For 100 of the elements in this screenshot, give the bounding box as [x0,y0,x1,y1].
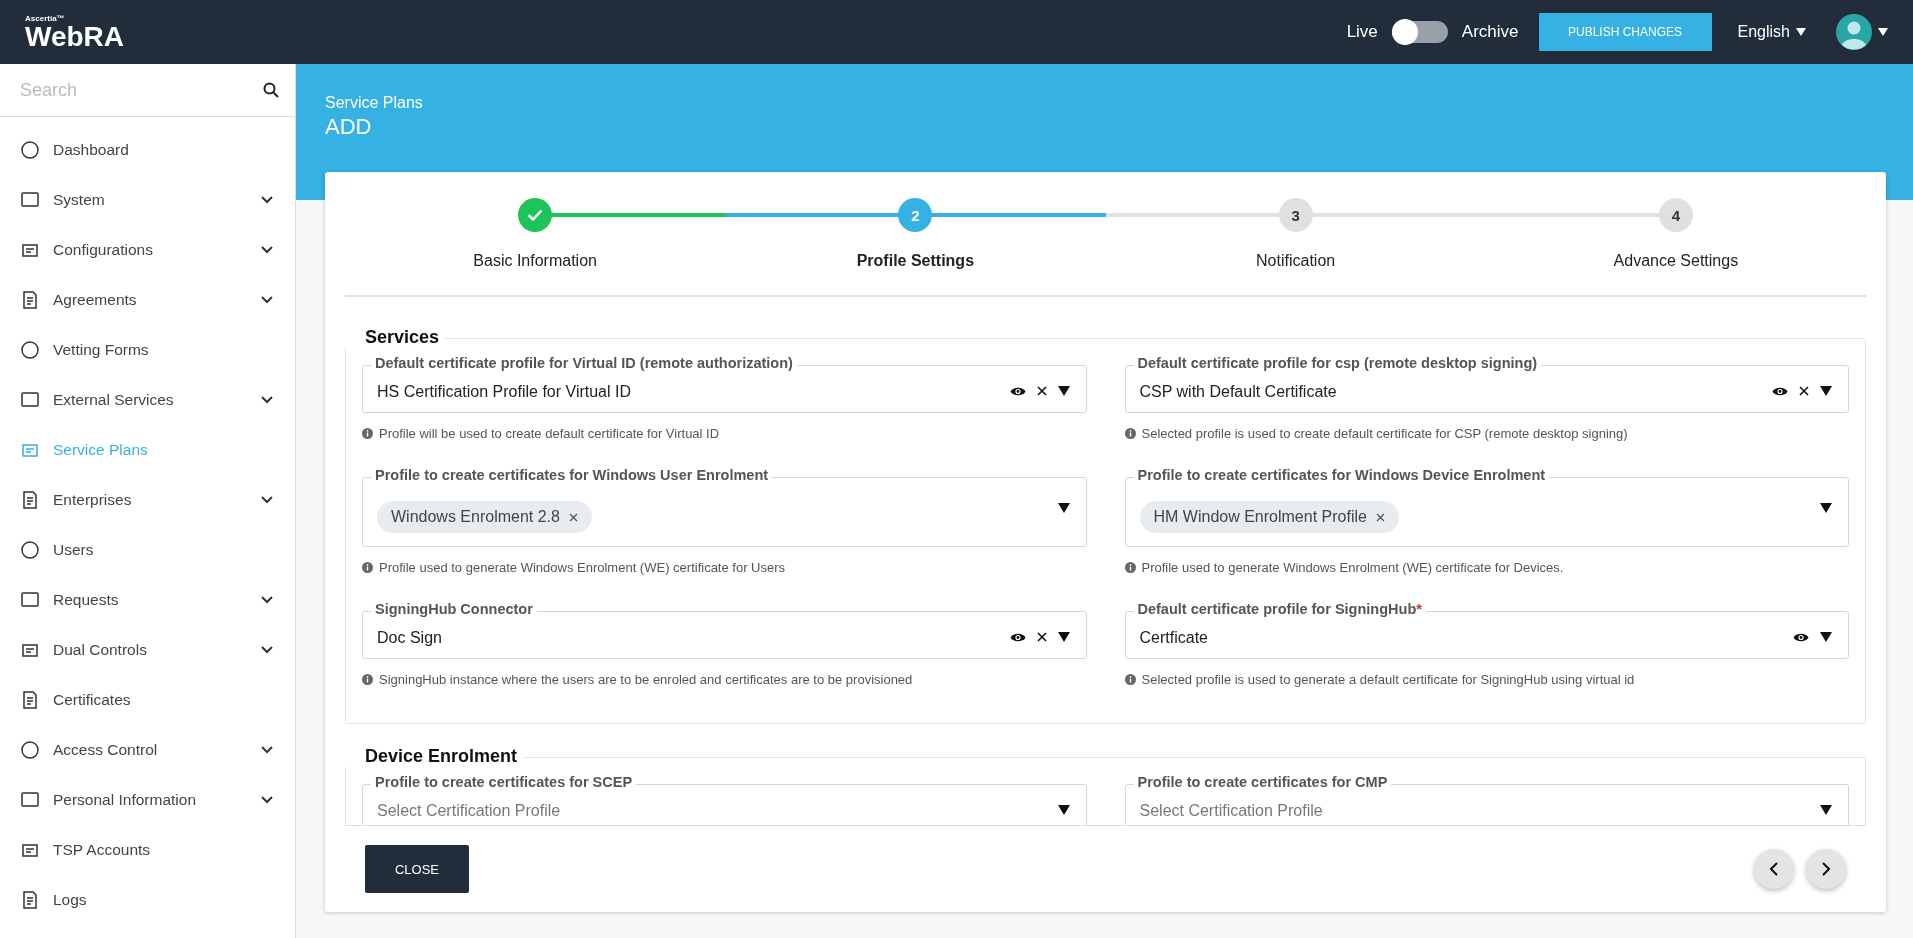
nav-item[interactable]: Requests [0,575,295,625]
chevron-down-icon [261,296,273,304]
menu-icon [20,490,40,510]
close-button[interactable]: CLOSE [365,845,469,893]
clear-icon[interactable] [1036,632,1047,642]
nav-item[interactable]: Configurations [0,225,295,275]
nav-item[interactable]: Dashboard [0,125,295,175]
menu-icon [20,290,40,310]
toggle-label: Archive [1461,22,1519,42]
step-label: Basic Information [473,252,597,270]
chevron-left-icon [1770,862,1778,876]
step-number: 3 [1291,206,1300,224]
menu-icon [20,340,40,360]
next-button[interactable] [1806,849,1846,889]
wizard-step[interactable]: Basic Information [345,172,726,295]
nav-item[interactable]: Enterprises [0,475,295,525]
step-label: Notification [1256,252,1336,270]
info-icon [362,562,373,573]
info-icon [1124,428,1136,439]
nav-item[interactable]: TSP Accounts [0,825,295,875]
dropdown-caret-icon[interactable] [1057,386,1070,396]
tag-label: HM Window Enrolment Profile [1153,508,1367,526]
field-hint: Profile will be used to create default certificate for Virtual ID [379,426,720,441]
wizard-step[interactable]: 4 Advance Settings [1485,172,1866,295]
caret-icon [1796,28,1806,36]
clear-icon[interactable] [1799,386,1809,396]
wizard-step[interactable]: 2 Profile Settings [725,172,1106,295]
avatar-icon [1836,14,1872,50]
field-value: Certficate [1139,629,1209,647]
dropdown-caret-icon[interactable] [1057,805,1070,815]
remove-icon[interactable] [568,512,578,522]
clear-icon[interactable] [1036,386,1047,396]
dropdown-caret-icon[interactable] [1820,805,1832,815]
dropdown-caret-icon[interactable] [1820,386,1832,396]
previous-button[interactable] [1754,849,1794,889]
dropdown-caret-icon[interactable] [1820,632,1832,642]
brand-name: WebRA [25,22,125,51]
breadcrumb: Service Plans [325,94,424,112]
menu-icon [20,740,40,760]
menu-icon [20,190,40,210]
field-placeholder: Select Certification Profile [1139,802,1324,820]
field-placeholder: Select Certification Profile [377,802,562,820]
nav-item[interactable]: Personal Information [0,775,295,825]
dropdown-caret-icon[interactable] [1057,502,1070,513]
nav-item[interactable]: External Services [0,375,295,425]
chevron-down-icon [261,746,273,754]
chevron-down-icon [261,246,273,254]
chevron-down-icon [261,196,273,204]
info-icon [362,674,373,685]
user-menu[interactable] [1836,14,1888,50]
search-field[interactable]: Search [18,78,263,102]
step-number: 4 [1671,206,1681,224]
chevron-down-icon [261,596,273,604]
field-hint: SigningHub instance where the users are to be enroled and certificates are to be provisioned [379,672,913,687]
chevron-down-icon [261,496,273,504]
field-hint: Profile used to generate Windows Enrolment (WE) certificate for Devices. [1141,560,1564,575]
step-label: Profile Settings [856,252,975,270]
chevron-down-icon [261,796,273,804]
toggle-switch[interactable] [1391,21,1448,43]
field-hint: Selected profile is used to create default certificate for CSP (remote desktop signing) [1141,426,1628,441]
info-icon [1124,674,1136,685]
nav-item[interactable]: Users [0,525,295,575]
field-label: Default certificate profile for Virtual ID (remote authorization) [371,355,797,371]
nav-item[interactable]: Vetting Forms [0,325,295,375]
eye-icon[interactable] [1009,385,1026,397]
dropdown-caret-icon[interactable] [1820,502,1832,513]
menu-icon [20,890,40,910]
remove-icon[interactable] [1375,512,1385,522]
section-title: Services [345,327,446,348]
chevron-down-icon [261,396,273,404]
step-number: 2 [911,206,920,224]
field-hint: Selected profile is used to generate a default certificate for SigningHub using virtual id [1141,672,1635,687]
eye-icon[interactable] [1009,631,1026,643]
field-hint: Profile used to generate Windows Enrolment (WE) certificate for Users [379,560,786,575]
field-value: Doc Sign [377,629,443,647]
brand-tagline: Ascertia™ [25,13,66,23]
nav-item[interactable]: Logs [0,875,295,925]
nav-item[interactable]: Dual Controls [0,625,295,675]
field-label: Default certificate profile for csp (remote desktop signing) [1133,355,1542,371]
menu-icon [20,390,40,410]
nav-item[interactable]: Certificates [0,675,295,725]
info-icon [362,428,373,439]
wizard-step[interactable]: 3 Notification [1105,172,1486,295]
info-icon [1124,562,1136,573]
field-value: CSP with Default Certificate [1139,383,1338,401]
step-label: Advance Settings [1613,252,1739,270]
caret-icon [1878,28,1888,36]
dropdown-caret-icon[interactable] [1057,632,1070,642]
search-icon [263,82,279,98]
chevron-right-icon [1822,862,1830,876]
field-label: Profile to create certificates for CMP [1133,774,1392,790]
nav-item[interactable]: Agreements [0,275,295,325]
eye-icon[interactable] [1772,385,1788,397]
nav-item[interactable]: Access Control [0,725,295,775]
page-title: ADD [325,114,373,140]
menu-icon [20,690,40,710]
field-label: Profile to create certificates for SCEP [371,774,637,790]
eye-icon[interactable] [1793,631,1809,643]
nav-item[interactable]: System [0,175,295,225]
language-dropdown[interactable]: English [1731,22,1812,42]
